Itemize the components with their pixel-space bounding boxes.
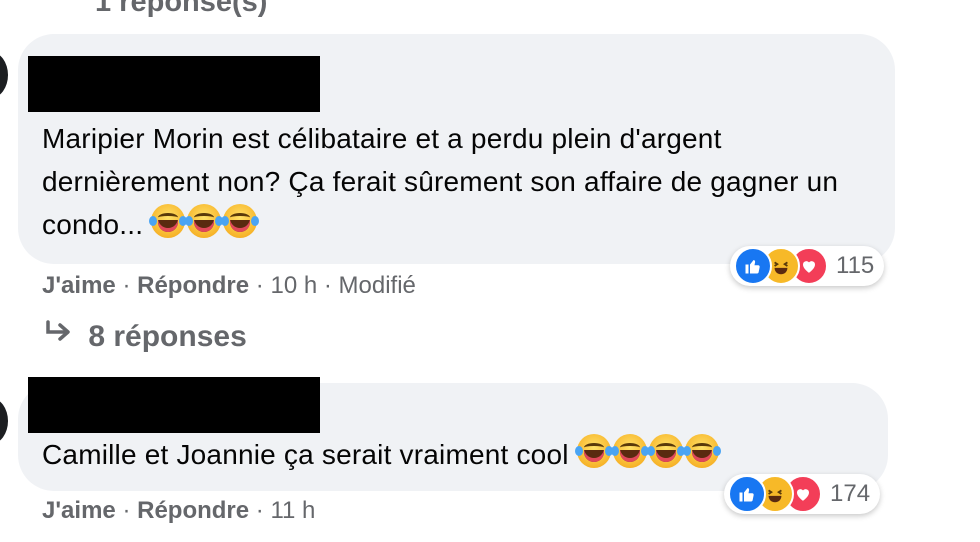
comment-actions: J'aime · Répondre · 11 h bbox=[42, 497, 316, 524]
reply-arrow-icon bbox=[44, 320, 80, 354]
comment-text: Maripier Morin est célibataire et a perd… bbox=[42, 117, 872, 246]
redacted-author-name bbox=[28, 377, 320, 433]
reaction-count: 115 bbox=[836, 252, 875, 279]
reactions-summary[interactable]: 115 bbox=[730, 246, 885, 286]
previous-replies-link[interactable]: 1 réponse(s) bbox=[95, 0, 267, 19]
emoji-group bbox=[149, 204, 260, 238]
laughing-emoji-icon bbox=[610, 434, 649, 468]
laughing-emoji-icon bbox=[185, 204, 224, 238]
reactions-summary[interactable]: 174 bbox=[724, 474, 881, 514]
timestamp[interactable]: 11 h bbox=[270, 497, 315, 524]
laughing-emoji-icon bbox=[646, 434, 685, 468]
like-link[interactable]: J'aime bbox=[42, 497, 116, 524]
laughing-emoji-icon bbox=[149, 204, 188, 238]
like-link[interactable]: J'aime bbox=[42, 272, 116, 299]
emoji-group bbox=[574, 434, 721, 468]
laughing-emoji-icon bbox=[221, 204, 260, 238]
like-reaction-icon bbox=[734, 247, 772, 285]
redacted-author-name bbox=[28, 56, 320, 112]
replies-count-label: 8 réponses bbox=[88, 320, 247, 353]
comment-text: Camille et Joannie ça serait vraiment co… bbox=[42, 433, 872, 476]
avatar[interactable] bbox=[0, 52, 8, 98]
like-reaction-icon bbox=[728, 475, 766, 513]
reply-link[interactable]: Répondre bbox=[137, 272, 249, 299]
view-replies-link[interactable]: 8 réponses bbox=[44, 320, 247, 354]
comment-body: Camille et Joannie ça serait vraiment co… bbox=[42, 439, 569, 470]
laughing-emoji-icon bbox=[574, 434, 613, 468]
reply-link[interactable]: Répondre bbox=[137, 497, 249, 524]
laughing-emoji-icon bbox=[682, 434, 721, 468]
timestamp[interactable]: 10 h bbox=[270, 272, 317, 299]
comment-actions: J'aime · Répondre · 10 h · Modifié bbox=[42, 272, 416, 299]
edited-label[interactable]: Modifié bbox=[339, 272, 416, 299]
reaction-count: 174 bbox=[830, 480, 871, 507]
avatar[interactable] bbox=[0, 398, 8, 444]
